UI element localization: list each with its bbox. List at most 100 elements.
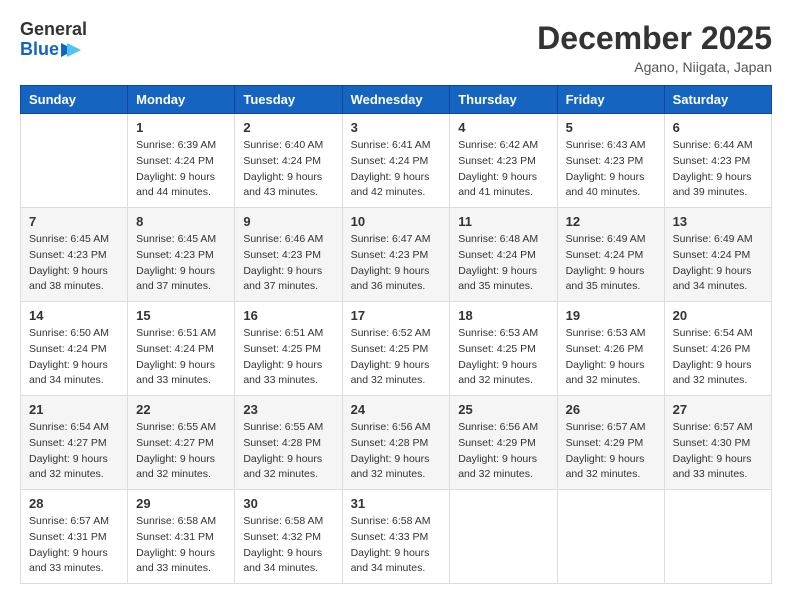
column-header-thursday: Thursday bbox=[450, 86, 557, 114]
day-number: 15 bbox=[136, 308, 226, 323]
day-info: Sunrise: 6:54 AMSunset: 4:27 PMDaylight:… bbox=[29, 420, 119, 483]
day-info: Sunrise: 6:57 AMSunset: 4:30 PMDaylight:… bbox=[673, 420, 763, 483]
day-number: 20 bbox=[673, 308, 763, 323]
day-number: 7 bbox=[29, 214, 119, 229]
calendar-cell: 27 Sunrise: 6:57 AMSunset: 4:30 PMDayligh… bbox=[664, 396, 771, 490]
day-number: 17 bbox=[351, 308, 442, 323]
calendar-cell: 2 Sunrise: 6:40 AMSunset: 4:24 PMDaylight… bbox=[235, 114, 342, 208]
month-title: December 2025 bbox=[537, 20, 772, 57]
day-number: 22 bbox=[136, 402, 226, 417]
day-number: 11 bbox=[458, 214, 548, 229]
calendar-cell: 10 Sunrise: 6:47 AMSunset: 4:23 PMDayligh… bbox=[342, 208, 450, 302]
day-info: Sunrise: 6:48 AMSunset: 4:24 PMDaylight:… bbox=[458, 232, 548, 295]
day-number: 23 bbox=[243, 402, 333, 417]
day-number: 6 bbox=[673, 120, 763, 135]
logo-blue: Blue bbox=[20, 40, 59, 60]
day-number: 26 bbox=[566, 402, 656, 417]
calendar-cell: 24 Sunrise: 6:56 AMSunset: 4:28 PMDayligh… bbox=[342, 396, 450, 490]
calendar-week-2: 7 Sunrise: 6:45 AMSunset: 4:23 PMDaylight… bbox=[21, 208, 772, 302]
day-info: Sunrise: 6:56 AMSunset: 4:28 PMDaylight:… bbox=[351, 420, 442, 483]
day-info: Sunrise: 6:55 AMSunset: 4:27 PMDaylight:… bbox=[136, 420, 226, 483]
day-info: Sunrise: 6:42 AMSunset: 4:23 PMDaylight:… bbox=[458, 138, 548, 201]
location: Agano, Niigata, Japan bbox=[537, 59, 772, 75]
calendar-cell: 15 Sunrise: 6:51 AMSunset: 4:24 PMDayligh… bbox=[128, 302, 235, 396]
calendar-week-1: 1Sunrise: 6:39 AMSunset: 4:24 PMDaylight… bbox=[21, 114, 772, 208]
day-number: 10 bbox=[351, 214, 442, 229]
day-number: 31 bbox=[351, 496, 442, 511]
calendar-cell: 14Sunrise: 6:50 AMSunset: 4:24 PMDayligh… bbox=[21, 302, 128, 396]
title-block: December 2025 Agano, Niigata, Japan bbox=[537, 20, 772, 75]
day-number: 29 bbox=[136, 496, 226, 511]
day-number: 1 bbox=[136, 120, 226, 135]
calendar-cell: 1Sunrise: 6:39 AMSunset: 4:24 PMDaylight… bbox=[128, 114, 235, 208]
calendar-cell: 17 Sunrise: 6:52 AMSunset: 4:25 PMDayligh… bbox=[342, 302, 450, 396]
day-number: 4 bbox=[458, 120, 548, 135]
calendar-cell: 30Sunrise: 6:58 AMSunset: 4:32 PMDayligh… bbox=[235, 490, 342, 584]
column-header-friday: Friday bbox=[557, 86, 664, 114]
day-number: 5 bbox=[566, 120, 656, 135]
calendar-week-3: 14Sunrise: 6:50 AMSunset: 4:24 PMDayligh… bbox=[21, 302, 772, 396]
calendar-cell: 16 Sunrise: 6:51 AMSunset: 4:25 PMDayligh… bbox=[235, 302, 342, 396]
day-info: Sunrise: 6:47 AMSunset: 4:23 PMDaylight:… bbox=[351, 232, 442, 295]
day-info: Sunrise: 6:49 AMSunset: 4:24 PMDaylight:… bbox=[673, 232, 763, 295]
day-number: 25 bbox=[458, 402, 548, 417]
day-number: 13 bbox=[673, 214, 763, 229]
day-info: Sunrise: 6:55 AMSunset: 4:28 PMDaylight:… bbox=[243, 420, 333, 483]
logo-wordmark: General Blue bbox=[20, 20, 87, 60]
calendar-table: SundayMondayTuesdayWednesdayThursdayFrid… bbox=[20, 85, 772, 584]
day-info: Sunrise: 6:41 AMSunset: 4:24 PMDaylight:… bbox=[351, 138, 442, 201]
calendar-cell: 4 Sunrise: 6:42 AMSunset: 4:23 PMDaylight… bbox=[450, 114, 557, 208]
calendar-cell: 11 Sunrise: 6:48 AMSunset: 4:24 PMDayligh… bbox=[450, 208, 557, 302]
calendar-cell: 9Sunrise: 6:46 AMSunset: 4:23 PMDaylight… bbox=[235, 208, 342, 302]
day-number: 18 bbox=[458, 308, 548, 323]
calendar-cell: 21 Sunrise: 6:54 AMSunset: 4:27 PMDayligh… bbox=[21, 396, 128, 490]
day-number: 9 bbox=[243, 214, 333, 229]
day-number: 27 bbox=[673, 402, 763, 417]
calendar-cell: 7 Sunrise: 6:45 AMSunset: 4:23 PMDaylight… bbox=[21, 208, 128, 302]
day-info: Sunrise: 6:54 AMSunset: 4:26 PMDaylight:… bbox=[673, 326, 763, 389]
calendar-cell: 25 Sunrise: 6:56 AMSunset: 4:29 PMDayligh… bbox=[450, 396, 557, 490]
calendar-cell: 13 Sunrise: 6:49 AMSunset: 4:24 PMDayligh… bbox=[664, 208, 771, 302]
logo: General Blue bbox=[20, 20, 87, 60]
day-number: 16 bbox=[243, 308, 333, 323]
day-info: Sunrise: 6:53 AMSunset: 4:25 PMDaylight:… bbox=[458, 326, 548, 389]
day-info: Sunrise: 6:51 AMSunset: 4:25 PMDaylight:… bbox=[243, 326, 333, 389]
day-info: Sunrise: 6:56 AMSunset: 4:29 PMDaylight:… bbox=[458, 420, 548, 483]
day-number: 19 bbox=[566, 308, 656, 323]
day-info: Sunrise: 6:58 AMSunset: 4:31 PMDaylight:… bbox=[136, 514, 226, 577]
day-number: 24 bbox=[351, 402, 442, 417]
day-info: Sunrise: 6:51 AMSunset: 4:24 PMDaylight:… bbox=[136, 326, 226, 389]
column-header-wednesday: Wednesday bbox=[342, 86, 450, 114]
calendar-cell: 5 Sunrise: 6:43 AMSunset: 4:23 PMDaylight… bbox=[557, 114, 664, 208]
calendar-cell bbox=[21, 114, 128, 208]
column-header-sunday: Sunday bbox=[21, 86, 128, 114]
day-info: Sunrise: 6:52 AMSunset: 4:25 PMDaylight:… bbox=[351, 326, 442, 389]
day-info: Sunrise: 6:58 AMSunset: 4:33 PMDaylight:… bbox=[351, 514, 442, 577]
calendar-cell: 20 Sunrise: 6:54 AMSunset: 4:26 PMDayligh… bbox=[664, 302, 771, 396]
day-info: Sunrise: 6:43 AMSunset: 4:23 PMDaylight:… bbox=[566, 138, 656, 201]
day-info: Sunrise: 6:40 AMSunset: 4:24 PMDaylight:… bbox=[243, 138, 333, 201]
day-number: 12 bbox=[566, 214, 656, 229]
day-info: Sunrise: 6:49 AMSunset: 4:24 PMDaylight:… bbox=[566, 232, 656, 295]
calendar-cell: 12 Sunrise: 6:49 AMSunset: 4:24 PMDayligh… bbox=[557, 208, 664, 302]
calendar-cell: 6 Sunrise: 6:44 AMSunset: 4:23 PMDaylight… bbox=[664, 114, 771, 208]
logo-general: General bbox=[20, 20, 87, 40]
calendar-week-4: 21 Sunrise: 6:54 AMSunset: 4:27 PMDayligh… bbox=[21, 396, 772, 490]
day-info: Sunrise: 6:45 AMSunset: 4:23 PMDaylight:… bbox=[136, 232, 226, 295]
calendar-cell: 31 Sunrise: 6:58 AMSunset: 4:33 PMDayligh… bbox=[342, 490, 450, 584]
calendar-week-5: 28Sunrise: 6:57 AMSunset: 4:31 PMDayligh… bbox=[21, 490, 772, 584]
day-info: Sunrise: 6:45 AMSunset: 4:23 PMDaylight:… bbox=[29, 232, 119, 295]
calendar-cell: 23 Sunrise: 6:55 AMSunset: 4:28 PMDayligh… bbox=[235, 396, 342, 490]
logo-arrow-icon bbox=[61, 43, 81, 57]
day-number: 2 bbox=[243, 120, 333, 135]
calendar-cell bbox=[557, 490, 664, 584]
calendar-cell: 3Sunrise: 6:41 AMSunset: 4:24 PMDaylight… bbox=[342, 114, 450, 208]
day-info: Sunrise: 6:50 AMSunset: 4:24 PMDaylight:… bbox=[29, 326, 119, 389]
calendar-cell bbox=[450, 490, 557, 584]
day-info: Sunrise: 6:53 AMSunset: 4:26 PMDaylight:… bbox=[566, 326, 656, 389]
day-number: 21 bbox=[29, 402, 119, 417]
day-info: Sunrise: 6:57 AMSunset: 4:29 PMDaylight:… bbox=[566, 420, 656, 483]
day-info: Sunrise: 6:44 AMSunset: 4:23 PMDaylight:… bbox=[673, 138, 763, 201]
column-header-monday: Monday bbox=[128, 86, 235, 114]
day-info: Sunrise: 6:58 AMSunset: 4:32 PMDaylight:… bbox=[243, 514, 333, 577]
